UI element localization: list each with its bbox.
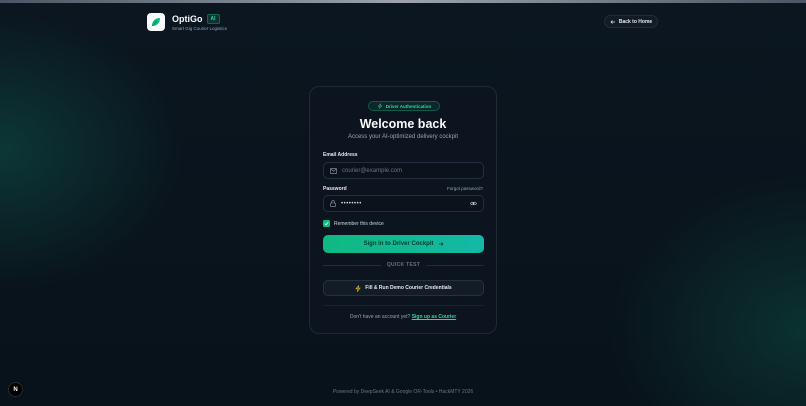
page-title: Welcome back — [359, 117, 447, 131]
driver-auth-pill: Driver Authentication — [368, 101, 440, 111]
mail-icon — [330, 167, 337, 174]
remember-checkbox[interactable] — [323, 220, 330, 227]
demo-credentials-label: Fill & Run Demo Courier Credentials — [365, 285, 452, 291]
page-subtitle: Access your AI-optimized delivery cockpi… — [347, 134, 459, 140]
driver-auth-label: Driver Authentication — [385, 103, 432, 109]
login-card: Driver Authentication Welcome back Acces… — [309, 86, 497, 334]
bolt-icon — [377, 103, 383, 109]
quick-test-label: QUICK TEST — [386, 262, 421, 268]
eye-icon[interactable] — [470, 201, 477, 206]
email-label: Email Address — [323, 152, 358, 158]
footer-text: Powered by DeepSeek AI & Google OR-Tools… — [332, 389, 474, 395]
brand[interactable]: OptiGo AI Smart Gig Courier Logistics — [147, 13, 227, 31]
brand-tagline: Smart Gig Courier Logistics — [172, 25, 228, 31]
demo-credentials-button[interactable]: Fill & Run Demo Courier Credentials — [323, 280, 484, 296]
back-to-home-label: Back to Home — [618, 18, 653, 25]
remember-device[interactable]: Remember this device — [323, 220, 384, 227]
arrow-right-icon — [438, 242, 443, 246]
arrow-left-icon — [610, 19, 615, 24]
lock-icon — [330, 200, 336, 207]
brand-logo — [147, 13, 165, 31]
sign-in-button[interactable]: Sign in to Driver Cockpit — [323, 235, 484, 253]
check-icon — [324, 221, 329, 226]
password-field[interactable]: •••••••• — [323, 195, 484, 212]
sign-up-courier-link[interactable]: Sign up as Courier — [412, 314, 456, 320]
back-to-home-button[interactable]: Back to Home — [604, 15, 658, 28]
top-progress-line — [0, 0, 806, 3]
remember-label: Remember this device — [334, 220, 384, 227]
bolt-icon — [355, 284, 362, 292]
email-placeholder: courier@example.com — [342, 167, 403, 174]
password-value: •••••••• — [341, 200, 362, 207]
leaf-icon — [151, 18, 160, 27]
card-divider — [323, 305, 484, 306]
sign-in-label: Sign in to Driver Cockpit — [363, 241, 434, 247]
signup-prompt: Don't have an account yet? — [349, 314, 411, 320]
quick-test-divider: QUICK TEST — [323, 262, 484, 268]
ai-badge: AI — [206, 13, 220, 24]
brand-name: OptiGo — [172, 13, 203, 24]
signup-row: Don't have an account yet? Sign up as Co… — [310, 314, 496, 320]
password-label: Password — [323, 186, 347, 192]
forgot-password-link[interactable]: Forgot password? — [447, 186, 483, 191]
email-field[interactable]: courier@example.com — [323, 162, 484, 179]
